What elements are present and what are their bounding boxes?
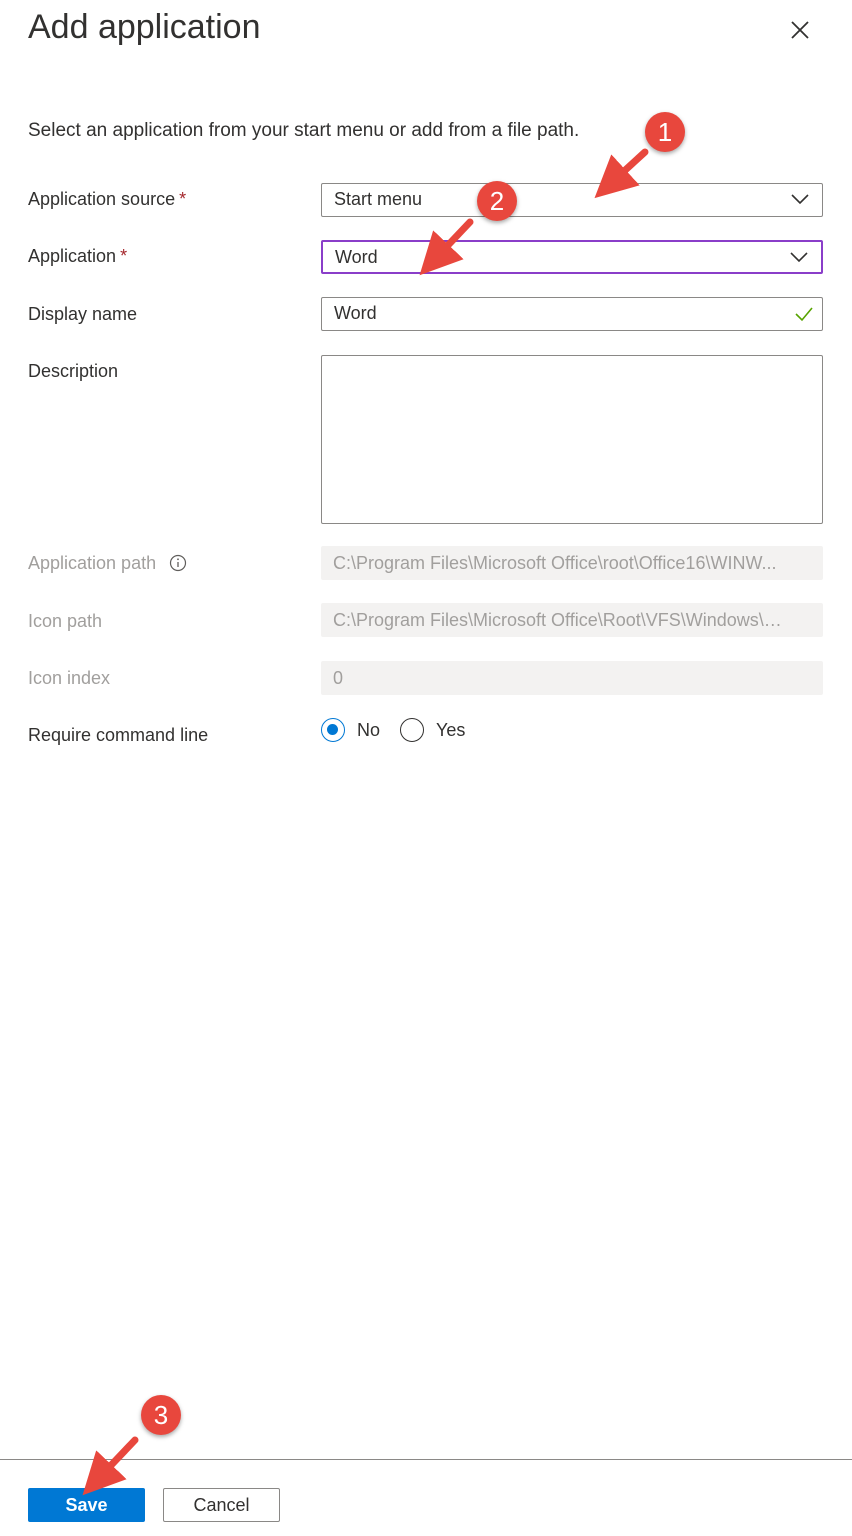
application-label-text: Application [28, 246, 117, 266]
annotation-badge-2: 2 [477, 181, 517, 221]
radio-selected-indicator [321, 718, 345, 742]
description-label: Description [28, 361, 119, 381]
application-path-label: Application path [28, 553, 187, 574]
panel-title: Add application [28, 8, 261, 46]
cancel-button[interactable]: Cancel [163, 1488, 280, 1522]
checkmark-icon [795, 307, 813, 322]
application-value: Word [335, 247, 378, 267]
radio-unselected-indicator [400, 718, 425, 742]
annotation-arrow-1 [594, 148, 649, 199]
application-path-label-text: Application path [28, 553, 157, 573]
application-source-label-text: Application source [28, 189, 176, 209]
annotation-badge-3: 3 [141, 1395, 181, 1435]
chevron-down-icon [790, 252, 808, 263]
radio-option-no[interactable]: No [321, 718, 380, 742]
info-icon[interactable] [169, 554, 187, 572]
application-source-value: Start menu [334, 189, 423, 209]
icon-index-value: 0 [333, 668, 344, 688]
radio-label-no: No [357, 719, 381, 740]
application-label: Application * [28, 246, 127, 267]
chevron-down-icon [791, 194, 809, 205]
application-dropdown[interactable]: Word [321, 240, 823, 274]
display-name-input[interactable]: Word [321, 297, 823, 331]
application-path-field: C:\Program Files\Microsoft Office\root\O… [321, 546, 823, 580]
radio-option-yes[interactable]: Yes [400, 718, 465, 742]
application-source-dropdown[interactable]: Start menu [321, 183, 823, 217]
required-mark: * [179, 189, 187, 209]
display-name-value: Word [334, 303, 377, 323]
close-icon [791, 21, 809, 39]
icon-path-label: Icon path [28, 611, 103, 631]
intro-text: Select an application from your start me… [28, 120, 580, 141]
annotation-badge-1: 1 [645, 112, 685, 152]
icon-index-label: Icon index [28, 668, 111, 688]
application-source-label: Application source * [28, 189, 186, 210]
required-mark: * [120, 246, 128, 266]
icon-index-field: 0 [321, 661, 823, 695]
save-button[interactable]: Save [28, 1488, 145, 1522]
annotation-arrows [82, 148, 649, 1496]
display-name-label: Display name [28, 304, 138, 324]
icon-path-value: C:\Program Files\Microsoft Office\Root\V… [333, 610, 784, 630]
annotation-arrow-3 [82, 1436, 139, 1496]
require-command-line-radio-group: No Yes [321, 718, 485, 742]
description-textarea[interactable] [321, 355, 823, 524]
icon-path-field: C:\Program Files\Microsoft Office\Root\V… [321, 603, 823, 637]
radio-label-yes: Yes [436, 719, 466, 740]
require-command-line-label: Require command line [28, 725, 209, 745]
footer-divider [0, 1459, 852, 1460]
close-button[interactable] [782, 12, 818, 48]
application-path-value: C:\Program Files\Microsoft Office\root\O… [333, 553, 777, 573]
